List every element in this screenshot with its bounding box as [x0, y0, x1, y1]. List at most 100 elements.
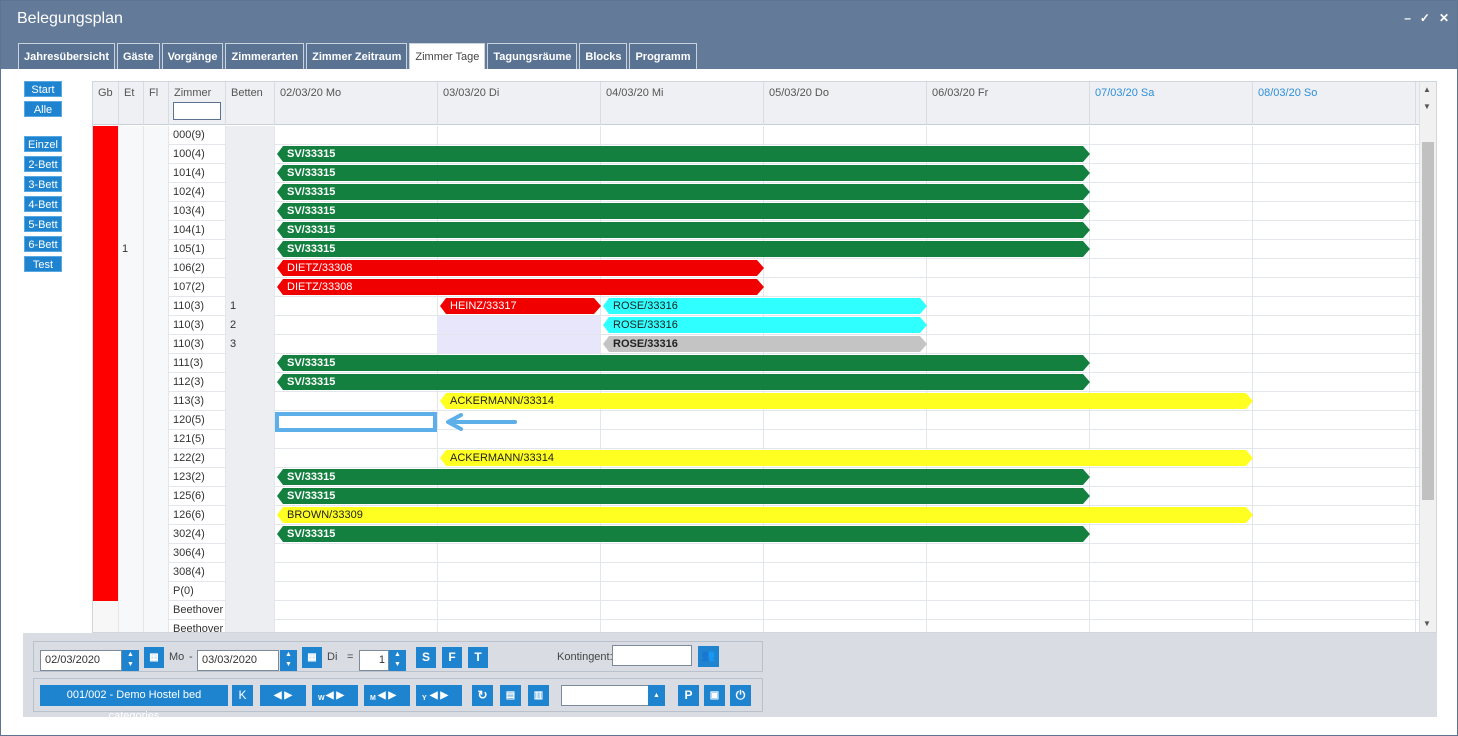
refresh-icon[interactable]: ↻	[472, 685, 493, 706]
selected-cell-highlight[interactable]	[275, 412, 437, 432]
room-cell[interactable]: Beethover	[169, 620, 226, 632]
room-cell[interactable]: 105(1)	[169, 240, 226, 259]
room-cell[interactable]: P(0)	[169, 582, 226, 601]
filter-button-3-bett[interactable]: 3-Bett	[24, 176, 62, 192]
filter-button-4-bett[interactable]: 4-Bett	[24, 196, 62, 212]
room-cell[interactable]: 113(3)	[169, 392, 226, 411]
room-cell[interactable]: 104(1)	[169, 221, 226, 240]
booking-bar[interactable]: SV/33315	[277, 222, 1090, 238]
room-cell[interactable]: Beethover	[169, 601, 226, 620]
year-nav-buttons[interactable]: ◀ ▶ Y	[416, 685, 462, 706]
date-from-spinner[interactable]: ▲ ▼	[122, 650, 139, 671]
room-cell[interactable]: 107(2)	[169, 278, 226, 297]
room-cell[interactable]: 120(5)	[169, 411, 226, 430]
date-to-spinner[interactable]: ▲ ▼	[280, 650, 297, 671]
close-icon[interactable]: ✕	[1439, 11, 1449, 25]
nights-input[interactable]: 1	[359, 650, 389, 671]
filter-button-5-bett[interactable]: 5-Bett	[24, 216, 62, 232]
power-icon[interactable]: ⏻	[730, 685, 751, 706]
scroll-up-icon[interactable]: ▲	[1423, 85, 1431, 94]
view-select-arrow-icon[interactable]: ▲	[648, 685, 665, 706]
vertical-scrollbar[interactable]: ▲ ▼ ▼	[1419, 82, 1436, 632]
booking-bar[interactable]: SV/33315	[277, 165, 1090, 181]
week-nav-buttons[interactable]: ◀ ▶ W	[312, 685, 358, 706]
room-cell[interactable]: 302(4)	[169, 525, 226, 544]
room-cell[interactable]: 122(2)	[169, 449, 226, 468]
room-cell[interactable]: 110(3)	[169, 335, 226, 354]
room-cell[interactable]: 110(3)	[169, 297, 226, 316]
room-cell[interactable]: 306(4)	[169, 544, 226, 563]
filter-button-2-bett[interactable]: 2-Bett	[24, 156, 62, 172]
room-cell[interactable]: 308(4)	[169, 563, 226, 582]
booking-bar[interactable]: HEINZ/33317	[440, 298, 601, 314]
filter-button-alle[interactable]: Alle	[24, 101, 62, 117]
room-cell[interactable]: 103(4)	[169, 202, 226, 221]
booking-bar[interactable]: ROSE/33316	[603, 336, 927, 352]
booking-bar[interactable]: ACKERMANN/33314	[440, 450, 1253, 466]
day-nav-buttons[interactable]: ◀ ▶	[260, 685, 306, 706]
room-cell[interactable]: 112(3)	[169, 373, 226, 392]
booking-bar[interactable]: SV/33315	[277, 184, 1090, 200]
room-cell[interactable]: 106(2)	[169, 259, 226, 278]
month-nav-buttons[interactable]: ◀ ▶ M	[364, 685, 410, 706]
room-cell[interactable]: 123(2)	[169, 468, 226, 487]
scroll-end-icon[interactable]: ▼	[1423, 619, 1431, 628]
booking-bar[interactable]: ACKERMANN/33314	[440, 393, 1253, 409]
booking-bar[interactable]: SV/33315	[277, 374, 1090, 390]
booking-bar[interactable]: SV/33315	[277, 469, 1090, 485]
scroll-thumb[interactable]	[1422, 142, 1434, 500]
filter-button-test[interactable]: Test	[24, 256, 62, 272]
tab-tagungsräume[interactable]: Tagungsräume	[487, 43, 578, 69]
view-select[interactable]	[561, 685, 649, 706]
booking-bar[interactable]: SV/33315	[277, 241, 1090, 257]
booking-bar[interactable]: DIETZ/33308	[277, 260, 764, 276]
tab-gäste[interactable]: Gäste	[116, 43, 160, 69]
tab-jahresübersicht[interactable]: Jahresübersicht	[18, 43, 115, 69]
date-from-input[interactable]: 02/03/2020	[40, 650, 122, 671]
booking-bar[interactable]: SV/33315	[277, 526, 1090, 542]
filter-button-6-bett[interactable]: 6-Bett	[24, 236, 62, 252]
minimize-icon[interactable]: –	[1404, 11, 1411, 25]
room-cell[interactable]: 101(4)	[169, 164, 226, 183]
export-icon[interactable]: ▥	[528, 685, 549, 706]
tab-zimmer-zeitraum[interactable]: Zimmer Zeitraum	[306, 43, 408, 69]
tab-blocks[interactable]: Blocks	[579, 43, 628, 69]
users-icon[interactable]: 👥	[698, 646, 719, 667]
tab-zimmer-tage[interactable]: Zimmer Tage	[409, 43, 486, 69]
filter-button-einzel[interactable]: Einzel	[24, 136, 62, 152]
booking-bar[interactable]: BROWN/33309	[277, 507, 1253, 523]
booking-bar[interactable]: SV/33315	[277, 488, 1090, 504]
t-button[interactable]: T	[468, 647, 488, 668]
room-cell[interactable]: 125(6)	[169, 487, 226, 506]
s-button[interactable]: S	[416, 647, 436, 668]
f-button[interactable]: F	[442, 647, 462, 668]
filter-button-start[interactable]: Start	[24, 81, 62, 97]
tab-vorgänge[interactable]: Vorgänge	[161, 43, 224, 69]
briefcase-icon[interactable]: ▣	[704, 685, 725, 706]
zimmer-filter-input[interactable]	[173, 102, 221, 120]
restore-icon[interactable]: ✓	[1420, 11, 1430, 25]
kontingent-input[interactable]	[612, 645, 692, 666]
booking-bar[interactable]: ROSE/33316	[603, 317, 927, 333]
booking-bar[interactable]: SV/33315	[277, 355, 1090, 371]
room-cell[interactable]: 110(3)	[169, 316, 226, 335]
booking-bar[interactable]: SV/33315	[277, 203, 1090, 219]
room-cell[interactable]: 000(9)	[169, 126, 226, 145]
booking-bar[interactable]: DIETZ/33308	[277, 279, 764, 295]
date-to-input[interactable]: 03/03/2020	[197, 650, 279, 671]
tab-zimmerarten[interactable]: Zimmerarten	[225, 43, 305, 69]
print-icon[interactable]: ▤	[500, 685, 521, 706]
room-cell[interactable]: 111(3)	[169, 354, 226, 373]
room-cell[interactable]: 126(6)	[169, 506, 226, 525]
room-cell[interactable]: 121(5)	[169, 430, 226, 449]
room-cell[interactable]: 102(4)	[169, 183, 226, 202]
booking-bar[interactable]: SV/33315	[277, 146, 1090, 162]
booking-bar[interactable]: ROSE/33316	[603, 298, 927, 314]
category-select-button[interactable]: 001/002 - Demo Hostel bed categories	[40, 685, 228, 722]
calendar-from-icon[interactable]: ▦	[144, 647, 164, 668]
tab-programm[interactable]: Programm	[629, 43, 697, 69]
scroll-down-icon[interactable]: ▼	[1423, 102, 1431, 111]
p-button[interactable]: P	[678, 685, 699, 706]
room-cell[interactable]: 100(4)	[169, 145, 226, 164]
k-button[interactable]: K	[232, 685, 253, 706]
